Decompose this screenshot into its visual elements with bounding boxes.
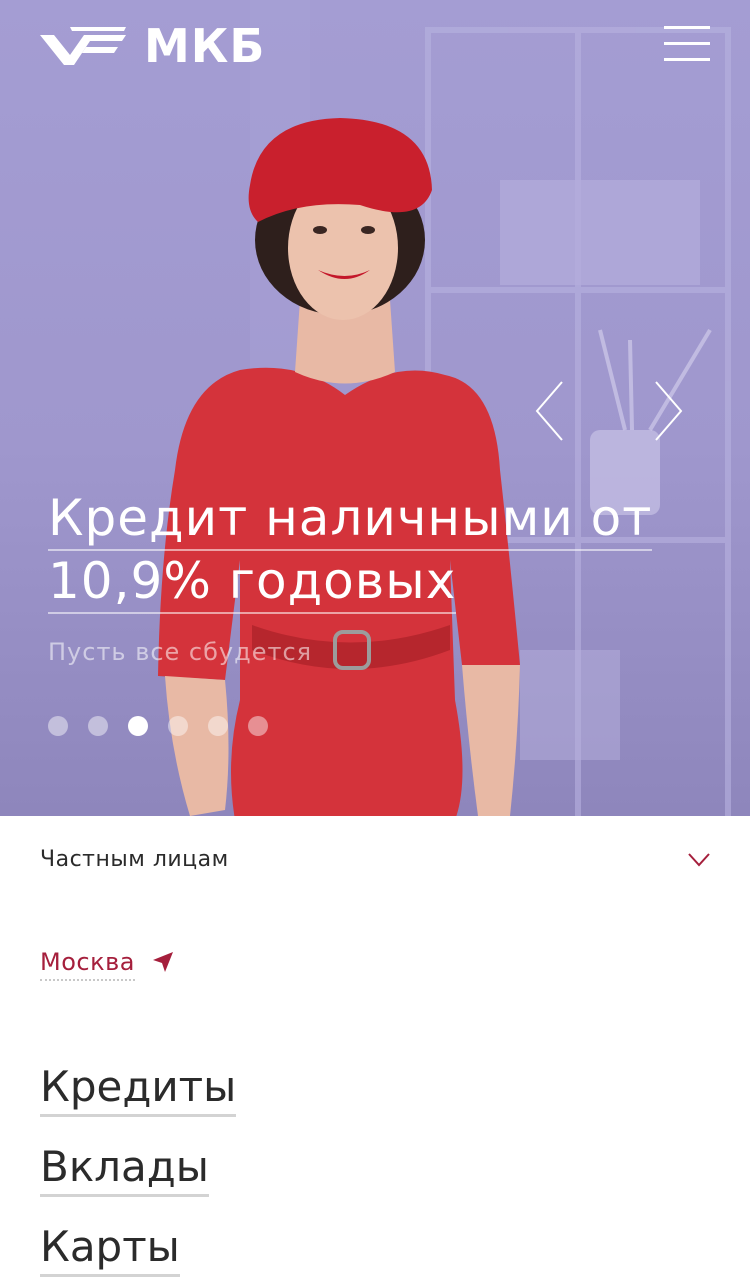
segment-label: Частным лицам xyxy=(40,847,229,872)
city-label: Москва xyxy=(40,948,135,981)
hero-photo xyxy=(158,0,731,816)
hero-subline: Пусть все сбудется xyxy=(48,638,313,666)
hamburger-menu-icon[interactable] xyxy=(664,26,710,62)
chevron-right-icon[interactable] xyxy=(654,380,684,442)
menu-item-credits[interactable]: Кредиты xyxy=(40,1062,237,1117)
headline-line-1: Кредит наличными от xyxy=(48,488,653,551)
menu-item-cards[interactable]: Карты xyxy=(40,1222,180,1277)
chevron-left-icon[interactable] xyxy=(534,380,564,442)
location-arrow-icon xyxy=(152,952,173,972)
segment-selector[interactable]: Частным лицам xyxy=(40,845,712,877)
city-selector[interactable]: Москва xyxy=(40,948,175,984)
menu-item-deposits[interactable]: Вклады xyxy=(40,1142,209,1197)
slider-dot-active[interactable] xyxy=(128,716,148,736)
slider-dot[interactable] xyxy=(248,716,268,736)
logo[interactable]: МКБ xyxy=(40,19,266,73)
mkb-logo-icon xyxy=(40,27,126,65)
slider-dot[interactable] xyxy=(208,716,228,736)
logo-text: МКБ xyxy=(144,19,266,73)
slider-dot[interactable] xyxy=(48,716,68,736)
slider-pagination xyxy=(48,716,268,736)
slider-dot[interactable] xyxy=(88,716,108,736)
headline-line-2: 10,9% годовых xyxy=(48,551,457,614)
hero-headline[interactable]: Кредит наличными от 10,9% годовых xyxy=(48,488,708,614)
chevron-down-icon xyxy=(688,853,710,867)
hero-banner[interactable]: МКБ Кредит наличными от 10,9% годовых Пу… xyxy=(0,0,750,816)
slider-dot[interactable] xyxy=(168,716,188,736)
